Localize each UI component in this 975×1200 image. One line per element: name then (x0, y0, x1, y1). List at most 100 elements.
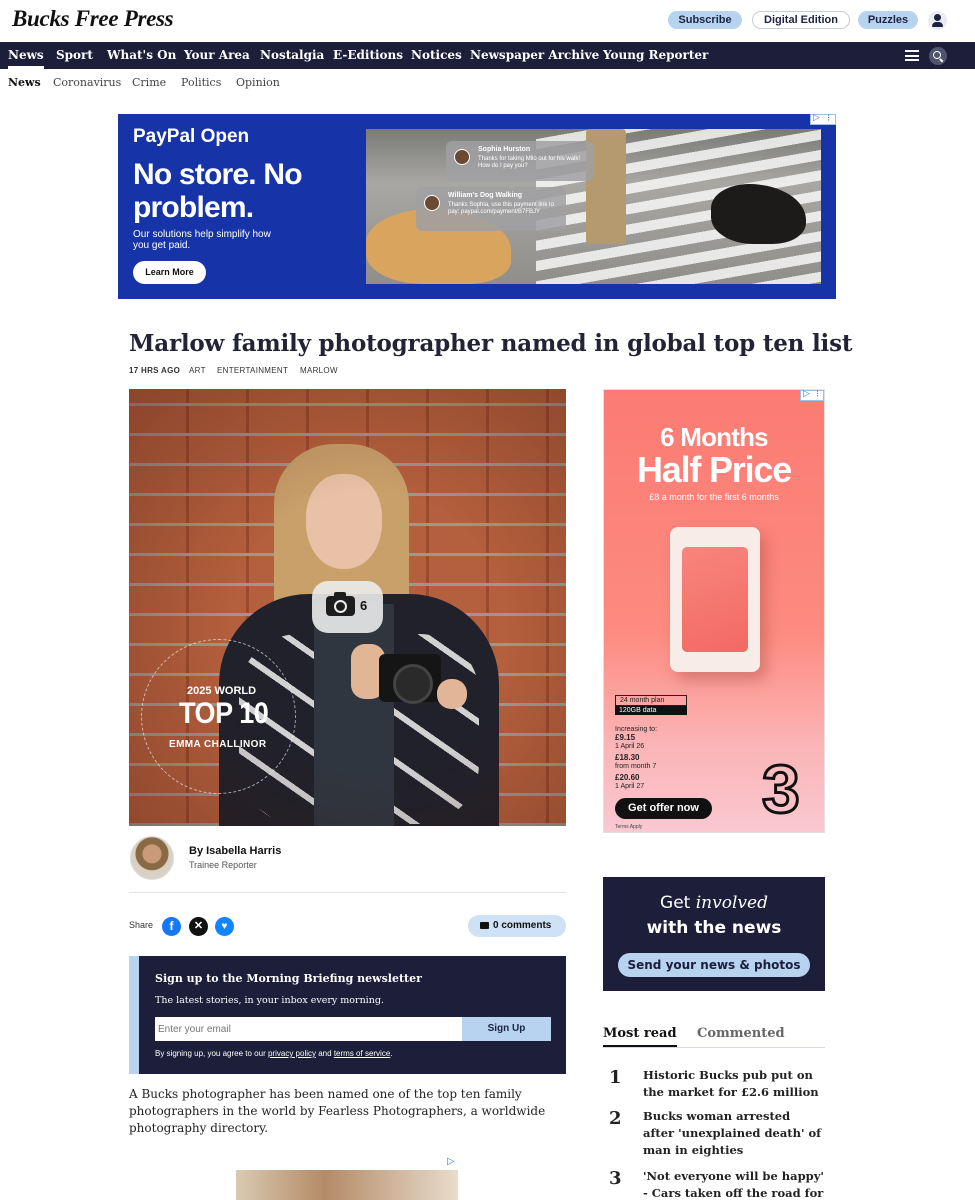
hamburger-menu-icon[interactable] (905, 50, 919, 61)
subnav-item-politics[interactable]: Politics (181, 76, 221, 89)
get-offer-button[interactable]: Get offer now (615, 798, 712, 819)
puzzles-button[interactable]: Puzzles (858, 11, 918, 29)
divider (129, 892, 566, 893)
article-title: Marlow family photographer named in glob… (129, 330, 853, 357)
digital-edition-button[interactable]: Digital Edition (752, 11, 850, 29)
most-read-tabs: Most read Commented (603, 1026, 825, 1048)
chat-text: Thanks for taking Milo out for his walk!… (478, 156, 581, 169)
newsletter-title: Sign up to the Morning Briefing newslett… (155, 972, 422, 985)
price-date: 1 April 26 (615, 743, 645, 750)
article-tag-art[interactable]: ART (189, 366, 206, 375)
legal-suffix: . (390, 1049, 393, 1058)
three-mobile-ad[interactable]: 6 Months Half Price £8 a month for the f… (603, 389, 825, 833)
gallery-button[interactable]: 6 (312, 581, 383, 633)
tab-most-read[interactable]: Most read (603, 1026, 677, 1047)
author-avatar[interactable] (130, 836, 174, 880)
comment-icon (480, 922, 489, 929)
award-badge-name: EMMA CHALLINOR (169, 739, 267, 750)
subnav-item-news[interactable]: News (8, 76, 41, 89)
search-icon[interactable] (929, 47, 947, 65)
newsletter-legal: By signing up, you agree to our privacy … (155, 1049, 393, 1058)
plan-data: 120GB data (615, 706, 687, 715)
price-block-3: £20.60 1 April 27 (615, 774, 644, 791)
avatar (454, 149, 470, 165)
plan-term: 24 month plan (615, 695, 687, 706)
ad-brand: PayPal Open (133, 126, 250, 147)
subnav-item-coronavirus[interactable]: Coronavirus (53, 76, 121, 89)
price-value: £18.30 (615, 753, 640, 762)
newsletter-signup: Sign up to the Morning Briefing newslett… (129, 956, 566, 1074)
bluesky-share-icon[interactable]: ♥ (215, 917, 234, 936)
gallery-count: 6 (360, 598, 368, 613)
side-ad-line3: £8 a month for the first 6 months (649, 492, 779, 502)
nav-item-news[interactable]: News (8, 48, 44, 69)
author-name[interactable]: By Isabella Harris (189, 845, 281, 857)
price-value: £9.15 (615, 733, 636, 742)
nav-item-your-area[interactable]: Your Area (184, 48, 250, 62)
terms-apply: Terms Apply (615, 824, 643, 830)
nav-item-nostalgia[interactable]: Nostalgia (260, 48, 324, 62)
chat-bubble: Sophia Hurston Thanks for taking Milo ou… (446, 141, 594, 181)
inline-ad-image[interactable] (236, 1170, 458, 1200)
most-read-number: 2 (609, 1108, 622, 1129)
most-read-headline[interactable]: Historic Bucks pub put on the market for… (643, 1067, 825, 1101)
account-icon[interactable] (928, 11, 947, 30)
newsletter-email-input[interactable] (155, 1017, 462, 1041)
adchoices-icon[interactable] (810, 113, 836, 125)
avatar (424, 195, 440, 211)
paypal-ad-banner[interactable]: PayPal Open No store. No problem. Our so… (118, 114, 836, 299)
ad-learn-more-button[interactable]: Learn More (133, 261, 206, 284)
camera-icon (326, 592, 355, 616)
article-hero-image[interactable]: 2025 WORLD TOP 10 EMMA CHALLINOR 6 (129, 389, 566, 826)
facebook-share-icon[interactable]: f (162, 917, 181, 936)
chat-text: Thanks Sophia, use this payment link to … (448, 202, 555, 215)
x-share-icon[interactable]: ✕ (189, 917, 208, 936)
most-read-number: 3 (609, 1168, 622, 1189)
price-block-2: £18.30 from month 7 (615, 754, 656, 771)
involved-italic: involved (695, 893, 768, 913)
tab-commented[interactable]: Commented (697, 1026, 785, 1041)
nav-item-whats-on[interactable]: What's On (107, 48, 176, 62)
terms-of-service-link[interactable]: terms of service (334, 1049, 390, 1058)
nav-item-notices[interactable]: Notices (411, 48, 462, 62)
newsletter-subtitle: The latest stories, in your inbox every … (155, 995, 384, 1006)
price-value: £20.60 (615, 773, 640, 782)
chat-name: Sophia Hurston (478, 146, 531, 153)
comments-button[interactable]: 0 comments (468, 915, 566, 937)
article-tag-entertainment[interactable]: ENTERTAINMENT (217, 366, 288, 375)
newsletter-signup-button[interactable]: Sign Up (462, 1017, 551, 1041)
involved-prefix: Get (660, 893, 691, 913)
nav-item-sport[interactable]: Sport (56, 48, 93, 62)
legal-prefix: By signing up, you agree to our (155, 1049, 266, 1058)
price-date: from month 7 (615, 763, 657, 770)
subscribe-button[interactable]: Subscribe (668, 11, 742, 29)
subnav-item-opinion[interactable]: Opinion (236, 76, 280, 89)
article-timestamp: 17 HRS AGO (129, 366, 181, 375)
author-role: Trainee Reporter (189, 860, 257, 870)
most-read-number: 1 (609, 1067, 622, 1088)
side-ad-line2: Half Price (636, 449, 792, 490)
award-badge-year: 2025 WORLD (187, 685, 257, 697)
share-label: Share (129, 920, 154, 930)
involved-line2: with the news (646, 918, 782, 938)
privacy-policy-link[interactable]: privacy policy (268, 1049, 316, 1058)
nav-item-young-reporter[interactable]: Young Reporter (603, 48, 708, 62)
ad-subtext: Our solutions help simplify how you get … (133, 229, 271, 251)
article-tag-marlow[interactable]: MARLOW (300, 366, 338, 375)
site-logo[interactable]: Bucks Free Press (12, 6, 174, 32)
nav-item-newspaper-archive[interactable]: Newspaper Archive (470, 48, 599, 62)
most-read-headline[interactable]: Bucks woman arrested after 'unexplained … (643, 1108, 825, 1159)
award-badge-title: TOP 10 (179, 697, 269, 730)
subnav-item-crime[interactable]: Crime (132, 76, 166, 89)
send-news-button[interactable]: Send your news & photos (618, 953, 810, 977)
nav-item-e-editions[interactable]: E-Editions (333, 48, 403, 62)
involved-line1: Get involved (603, 893, 825, 913)
most-read-headline[interactable]: 'Not everyone will be happy' - Cars take… (643, 1168, 825, 1200)
adchoices-icon[interactable]: ▷ (447, 1156, 455, 1167)
side-ad-plan: 24 month plan 120GB data (615, 695, 714, 715)
adchoices-icon[interactable] (800, 389, 824, 401)
chat-name: William's Dog Walking (448, 192, 523, 199)
comments-count: 0 comments (493, 920, 552, 931)
price-block-1: Increasing to: £9.15 1 April 26 (615, 726, 657, 751)
article-body-paragraph: A Bucks photographer has been named one … (129, 1087, 546, 1135)
